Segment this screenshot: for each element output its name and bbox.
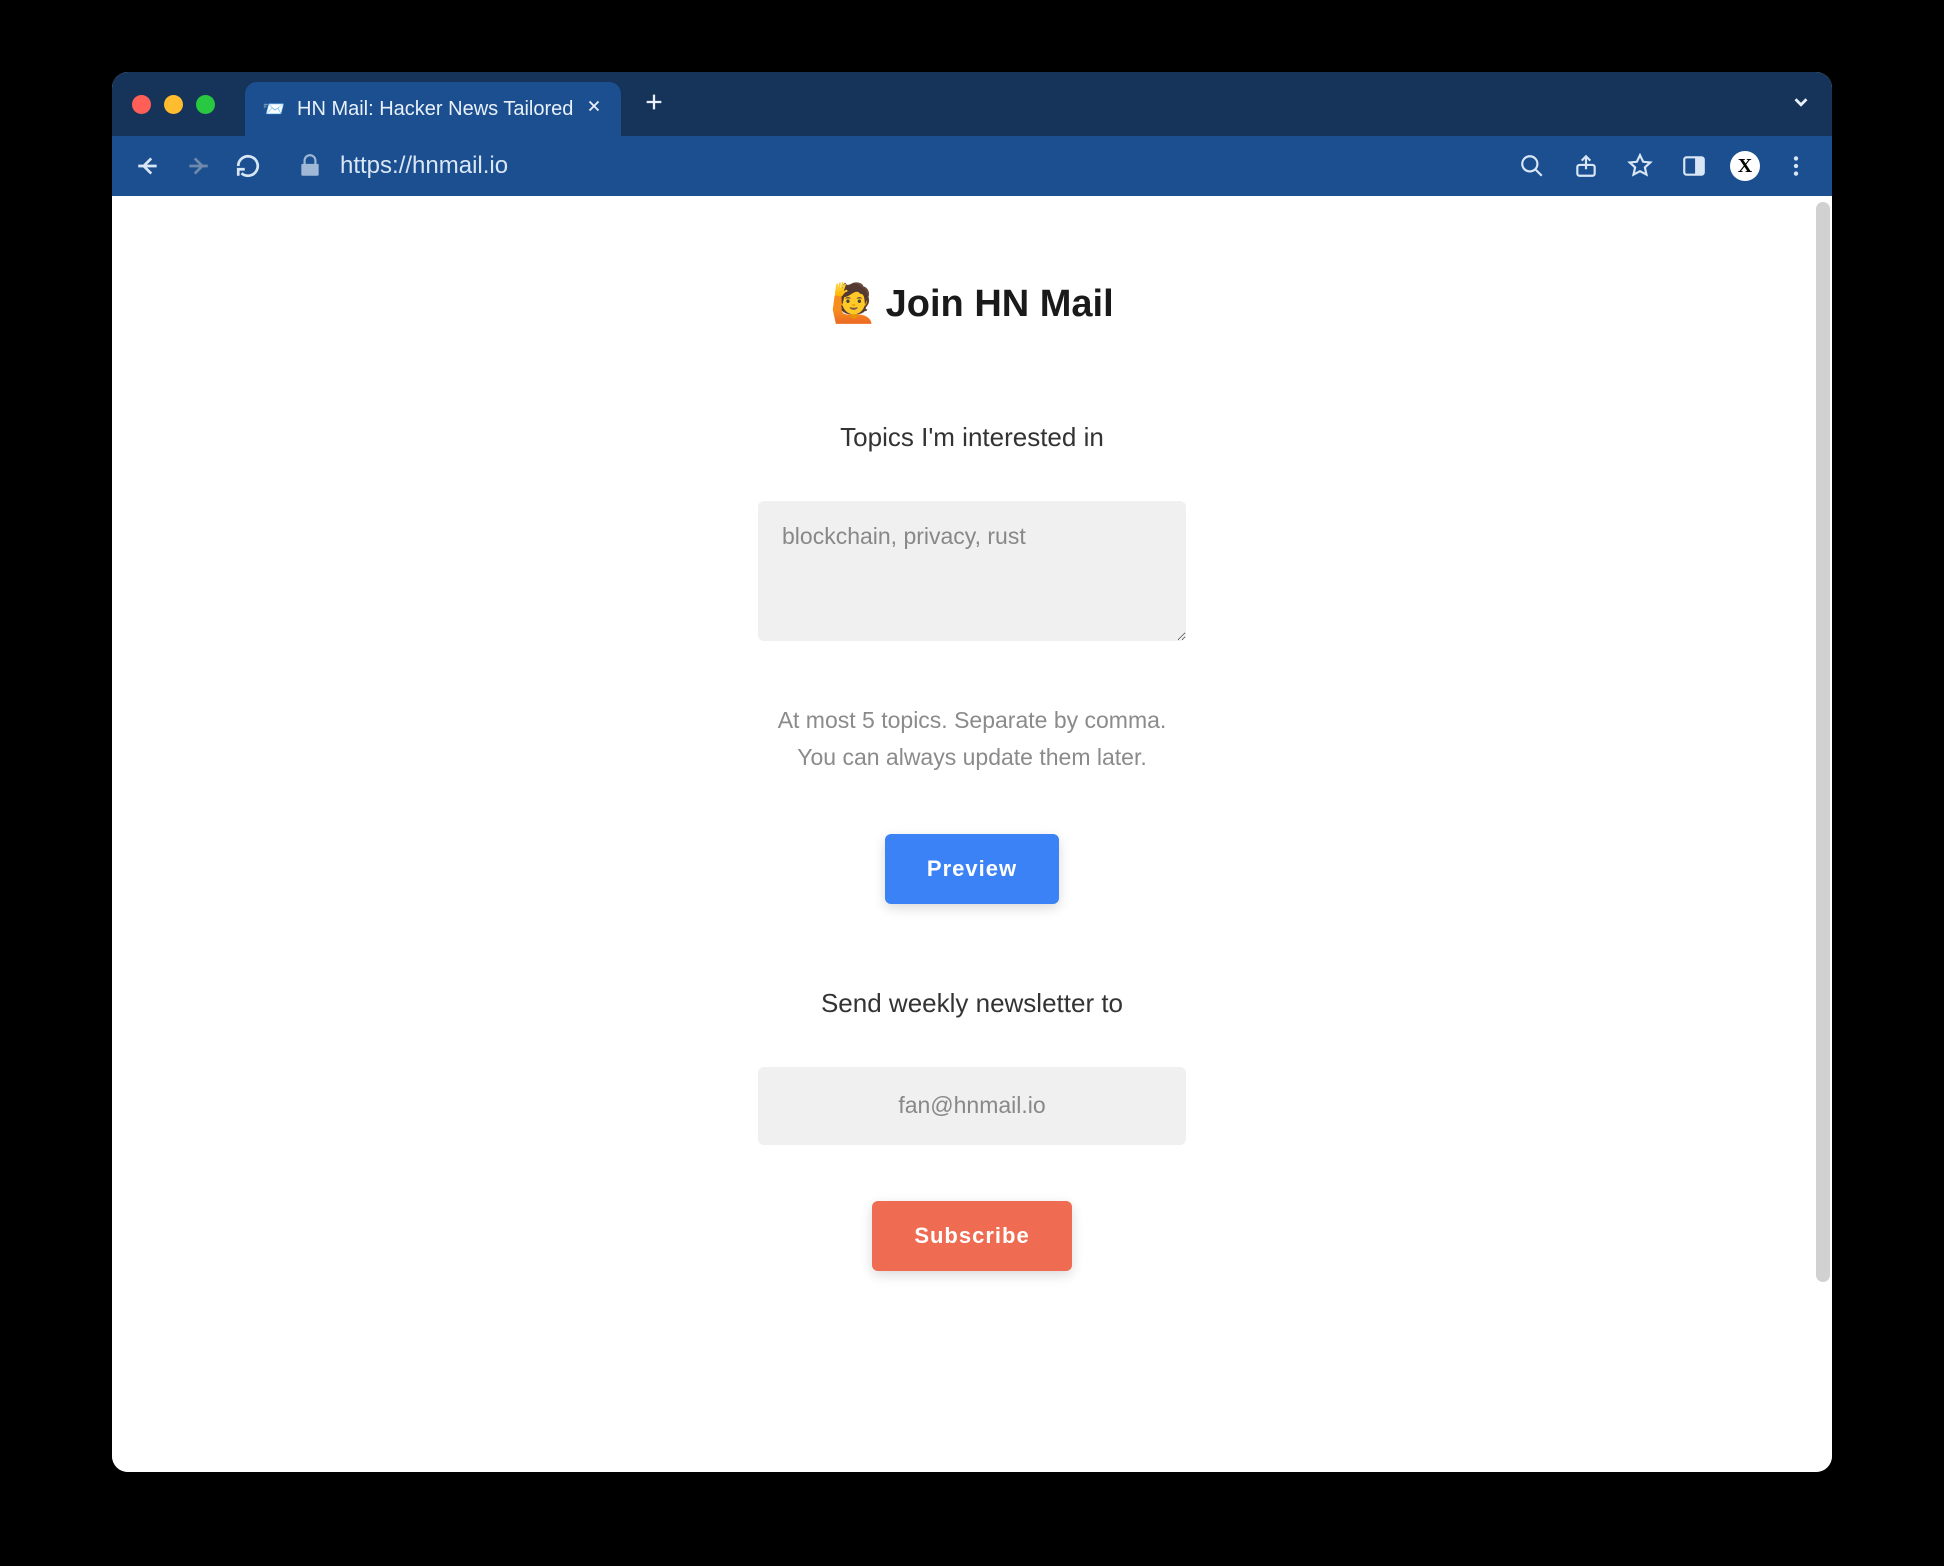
- zoom-icon[interactable]: [1514, 148, 1550, 184]
- tabs-dropdown-button[interactable]: [1790, 91, 1812, 118]
- title-text: Join HN Mail: [886, 283, 1114, 325]
- url-field[interactable]: https://hnmail.io: [280, 148, 1500, 184]
- window-maximize-button[interactable]: [196, 95, 215, 114]
- tab-title: HN Mail: Hacker News Tailored: [297, 98, 573, 121]
- forward-button[interactable]: [180, 148, 216, 184]
- browser-tab[interactable]: 📨 HN Mail: Hacker News Tailored: [245, 82, 621, 136]
- lock-icon: [292, 148, 328, 184]
- url-text: https://hnmail.io: [340, 152, 508, 180]
- window-controls: [132, 95, 215, 114]
- menu-kebab-icon[interactable]: [1778, 148, 1814, 184]
- tab-bar: 📨 HN Mail: Hacker News Tailored: [112, 72, 1832, 136]
- tab-favicon-icon: 📨: [263, 98, 285, 120]
- email-label: Send weekly newsletter to: [612, 988, 1332, 1019]
- title-emoji-icon: 🙋: [830, 283, 877, 325]
- back-button[interactable]: [130, 148, 166, 184]
- window-minimize-button[interactable]: [164, 95, 183, 114]
- address-bar: https://hnmail.io X: [112, 136, 1832, 196]
- reload-button[interactable]: [230, 148, 266, 184]
- hint-line-2: You can always update them later.: [612, 739, 1332, 776]
- topics-input[interactable]: [758, 501, 1186, 641]
- page-title: 🙋Join HN Mail: [612, 282, 1332, 326]
- preview-button[interactable]: Preview: [885, 834, 1059, 904]
- hint-line-1: At most 5 topics. Separate by comma.: [612, 702, 1332, 739]
- scrollbar[interactable]: [1816, 202, 1830, 1282]
- page-viewport: 🙋Join HN Mail Topics I'm interested in A…: [112, 196, 1832, 1472]
- tab-close-button[interactable]: [585, 97, 603, 121]
- window-close-button[interactable]: [132, 95, 151, 114]
- browser-window: 📨 HN Mail: Hacker News Tailored: [112, 72, 1832, 1472]
- share-icon[interactable]: [1568, 148, 1604, 184]
- profile-avatar[interactable]: X: [1730, 151, 1760, 181]
- topics-hint: At most 5 topics. Separate by comma. You…: [612, 702, 1332, 776]
- email-input[interactable]: [758, 1067, 1186, 1145]
- bookmark-star-icon[interactable]: [1622, 148, 1658, 184]
- subscribe-button[interactable]: Subscribe: [872, 1201, 1071, 1271]
- sidepanel-icon[interactable]: [1676, 148, 1712, 184]
- topics-label: Topics I'm interested in: [612, 422, 1332, 453]
- new-tab-button[interactable]: [643, 89, 665, 120]
